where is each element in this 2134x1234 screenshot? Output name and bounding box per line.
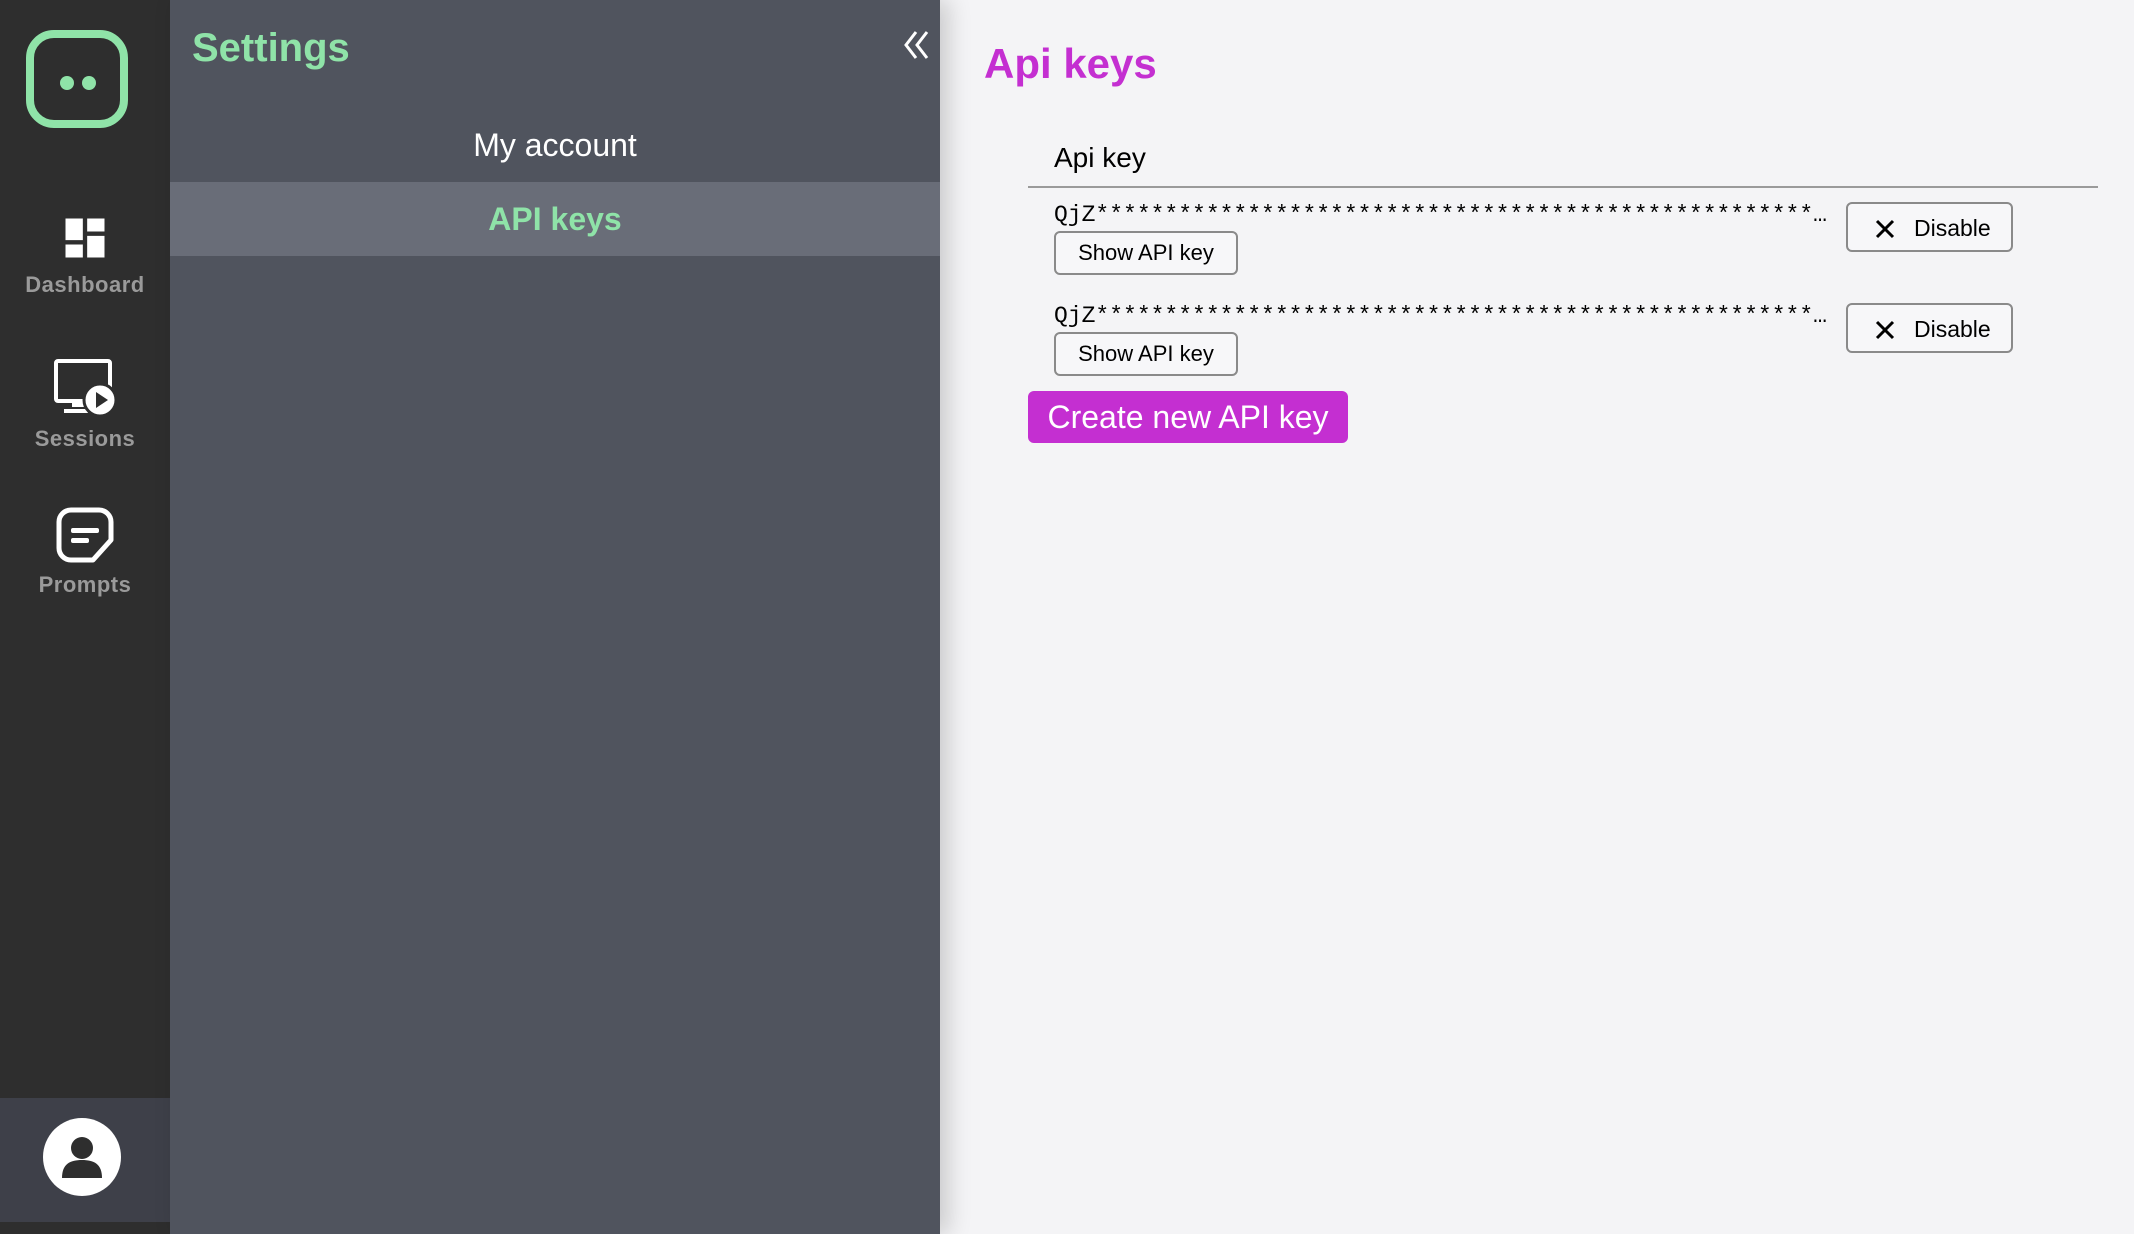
profile-section — [0, 1098, 170, 1222]
sessions-icon — [54, 359, 118, 418]
main-content: Api keys Api key QjZ********************… — [940, 0, 2134, 1234]
logo-eye-right — [82, 76, 96, 90]
settings-nav-api-keys[interactable]: API keys — [170, 182, 940, 256]
rail-item-label: Sessions — [34, 426, 136, 451]
logo-eye-left — [60, 76, 74, 90]
disable-label: Disable — [1914, 316, 1991, 342]
show-api-key-button[interactable]: Show API key — [1054, 231, 1238, 275]
column-header-api-key: Api key — [1054, 142, 1146, 173]
table-header: Api key — [1028, 126, 2098, 188]
settings-panel: Settings My account API keys — [170, 0, 940, 1234]
rail-item-dashboard[interactable]: Dashboard — [0, 212, 170, 298]
show-api-key-button[interactable]: Show API key — [1054, 332, 1238, 376]
collapse-panel-button[interactable] — [902, 28, 932, 62]
disable-key-button[interactable]: Disable — [1846, 202, 2013, 252]
rail-item-prompts[interactable]: Prompts — [0, 506, 170, 598]
chat-bubble-icon[interactable] — [26, 30, 128, 128]
api-key-row: QjZ*************************************… — [1054, 303, 2098, 393]
rail-item-label: Prompts — [38, 572, 132, 597]
page-title: Api keys — [984, 40, 1157, 87]
settings-title: Settings — [192, 26, 350, 70]
double-chevron-left-icon — [904, 31, 929, 59]
avatar[interactable] — [43, 1118, 121, 1196]
prompts-icon — [56, 507, 114, 563]
rail-item-sessions[interactable]: Sessions — [0, 358, 170, 452]
masked-api-key: QjZ*************************************… — [1054, 202, 1834, 228]
icon-rail: Dashboard Sessions Prompts — [0, 0, 170, 1234]
create-api-key-button[interactable]: Create new API key — [1028, 391, 1348, 443]
dashboard-icon — [65, 218, 105, 258]
disable-key-button[interactable]: Disable — [1846, 303, 2013, 353]
close-icon — [1875, 219, 1895, 239]
user-icon — [62, 1137, 102, 1178]
close-icon — [1875, 320, 1895, 340]
api-key-row: QjZ*************************************… — [1054, 202, 2098, 292]
settings-nav-my-account[interactable]: My account — [170, 108, 940, 182]
rail-item-label: Dashboard — [25, 272, 145, 297]
disable-label: Disable — [1914, 215, 1991, 241]
masked-api-key: QjZ*************************************… — [1054, 303, 1834, 329]
